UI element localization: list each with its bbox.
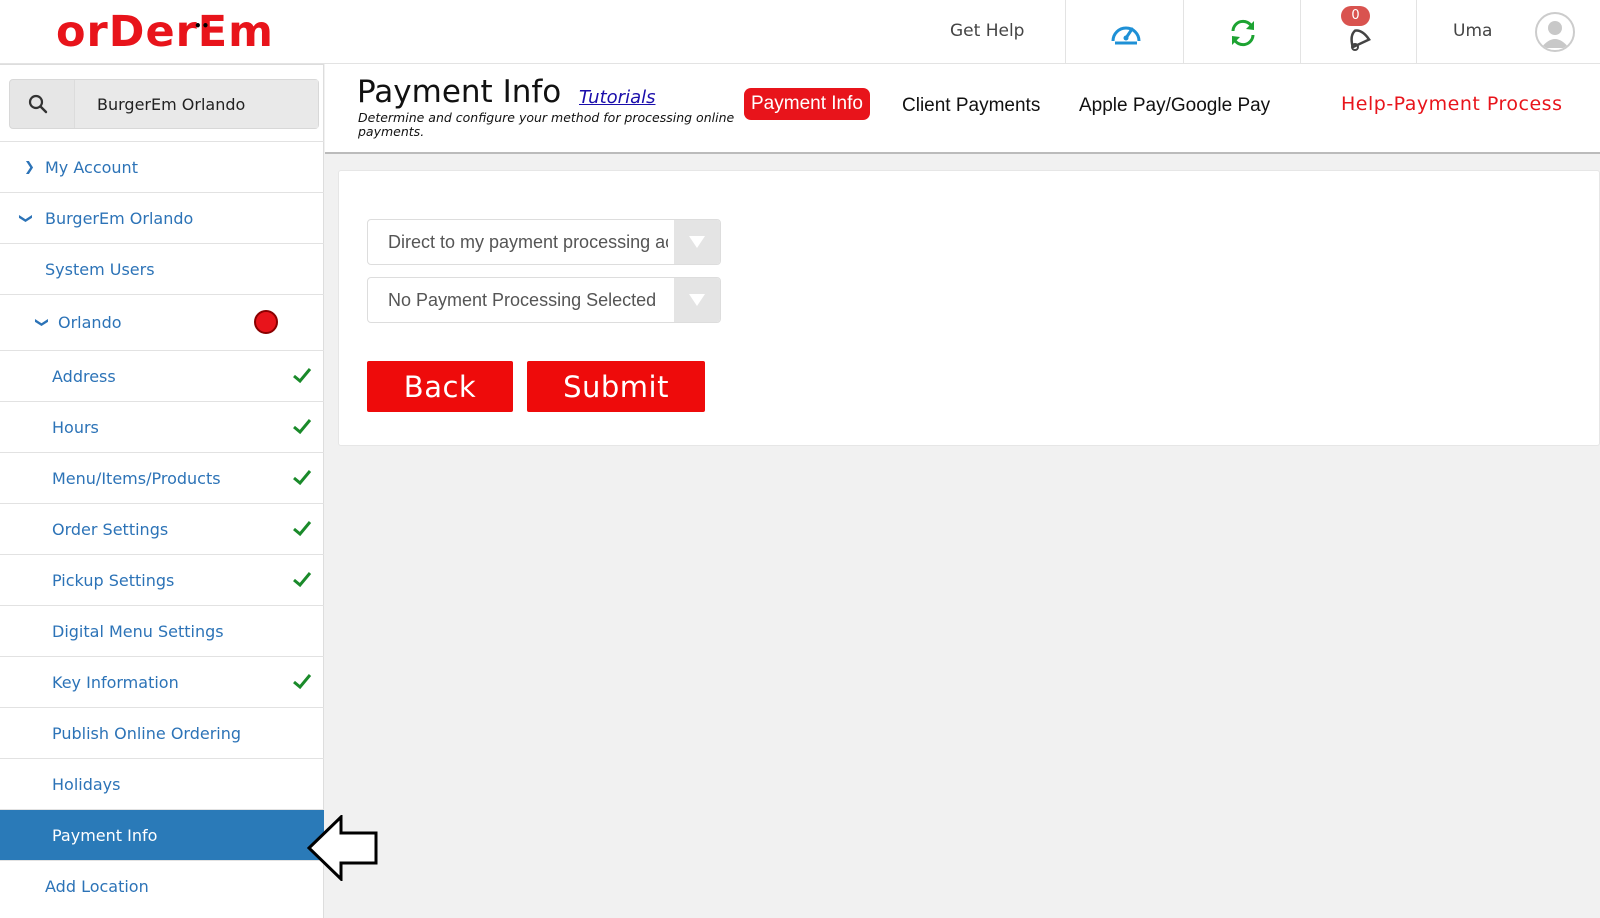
sidebar-item-label: Add Location [45, 876, 149, 896]
sidebar-item-label: Holidays [52, 774, 121, 794]
chevron-right-icon: ❯ [24, 159, 35, 175]
back-button[interactable]: Back [367, 361, 513, 412]
sidebar-item-label: Pickup Settings [52, 570, 175, 590]
page-title: Payment Info [357, 74, 562, 110]
checkmark-icon [293, 470, 312, 486]
sidebar-item-label: Publish Online Ordering [52, 723, 242, 743]
payment-method-value: Direct to my payment processing account [388, 232, 668, 252]
payment-form-panel: Direct to my payment processing account … [338, 170, 1600, 446]
sidebar-item-digital-menu-settings[interactable]: Digital Menu Settings [0, 605, 324, 656]
header-divider [1065, 0, 1066, 64]
tutorials-link[interactable]: Tutorials [579, 87, 655, 108]
chevron-down-icon: ❯ [33, 317, 49, 328]
sidebar-item-label: Hours [52, 417, 99, 437]
sidebar-item-pickup-settings[interactable]: Pickup Settings [0, 554, 324, 605]
sidebar-item-payment-info[interactable]: Payment Info [0, 809, 324, 860]
user-name[interactable]: Uma [1453, 21, 1492, 41]
sidebar-item-label: Digital Menu Settings [52, 621, 224, 641]
sidebar-item-label: System Users [45, 259, 155, 279]
checkmark-icon [293, 419, 312, 435]
left-arrow-icon [307, 815, 378, 881]
user-avatar-icon[interactable] [1535, 12, 1575, 52]
sidebar-item-add-location[interactable]: Add Location [0, 860, 324, 911]
sidebar-item-label: My Account [45, 157, 138, 177]
payment-method-select[interactable]: Direct to my payment processing account [367, 219, 721, 265]
orderem-logo[interactable]: orDerEm •• [56, 8, 274, 56]
sidebar-item-label: Payment Info [52, 825, 158, 845]
tab-payment-info[interactable]: Payment Info [744, 88, 870, 120]
dashboard-gauge-icon[interactable] [1106, 14, 1146, 52]
sidebar-item-menu-items-products[interactable]: Menu/Items/Products [0, 452, 324, 503]
sidebar-item-label: Order Settings [52, 519, 169, 539]
checkmark-icon [293, 521, 312, 537]
dropdown-arrow-icon[interactable] [674, 220, 720, 264]
sidebar-item-hours[interactable]: Hours [0, 401, 324, 452]
header-divider [1300, 0, 1301, 64]
sidebar-item-burgerem-orlando[interactable]: ❯ BurgerEm Orlando [0, 192, 324, 243]
sidebar-item-label: BurgerEm Orlando [45, 208, 194, 228]
submit-button[interactable]: Submit [527, 361, 705, 412]
payment-processor-select[interactable]: No Payment Processing Selected [367, 277, 721, 323]
sidebar-item-system-users[interactable]: System Users [0, 243, 324, 294]
tab-client-payments[interactable]: Client Payments [902, 95, 1040, 117]
dropdown-arrow-icon[interactable] [674, 278, 720, 322]
sidebar-item-holidays[interactable]: Holidays [0, 758, 324, 809]
checkmark-icon [293, 368, 312, 384]
sidebar-item-label: Address [52, 366, 116, 386]
top-header: orDerEm •• Get Help 0 Uma [0, 0, 1600, 64]
location-search [9, 79, 319, 129]
sidebar-item-address[interactable]: Address [0, 350, 324, 401]
page-header: Payment Info Tutorials Determine and con… [325, 64, 1600, 154]
sidebar-item-key-information[interactable]: Key Information [0, 656, 324, 707]
sidebar-item-my-account[interactable]: ❯ My Account [0, 141, 324, 192]
sidebar-item-label: Menu/Items/Products [52, 468, 221, 488]
tab-apple-google-pay[interactable]: Apple Pay/Google Pay [1079, 95, 1270, 117]
refresh-icon[interactable] [1223, 14, 1263, 52]
sidebar-item-orlando[interactable]: ❯ Orlando [0, 294, 324, 350]
header-divider [1416, 0, 1417, 64]
chevron-down-icon: ❯ [17, 212, 33, 224]
header-divider [1183, 0, 1184, 64]
search-input[interactable] [74, 80, 318, 128]
notification-count-badge: 0 [1341, 6, 1370, 26]
sidebar-item-label: Key Information [52, 672, 179, 692]
payment-processor-value: No Payment Processing Selected [388, 290, 657, 310]
checkmark-icon [293, 674, 312, 690]
get-help-link[interactable]: Get Help [950, 21, 1024, 41]
logo-eyes-icon: •• [194, 19, 210, 33]
help-payment-process-link[interactable]: Help-Payment Process [1341, 93, 1562, 115]
sidebar-item-order-settings[interactable]: Order Settings [0, 503, 324, 554]
search-icon[interactable] [28, 94, 48, 114]
page-subtitle: Determine and configure your method for … [358, 110, 735, 139]
status-red-dot-icon [254, 310, 278, 334]
sidebar-item-label: Orlando [58, 313, 122, 332]
checkmark-icon [293, 572, 312, 588]
sidebar: ❯ My Account ❯ BurgerEm Orlando System U… [0, 64, 324, 918]
sidebar-item-publish-online-ordering[interactable]: Publish Online Ordering [0, 707, 324, 758]
